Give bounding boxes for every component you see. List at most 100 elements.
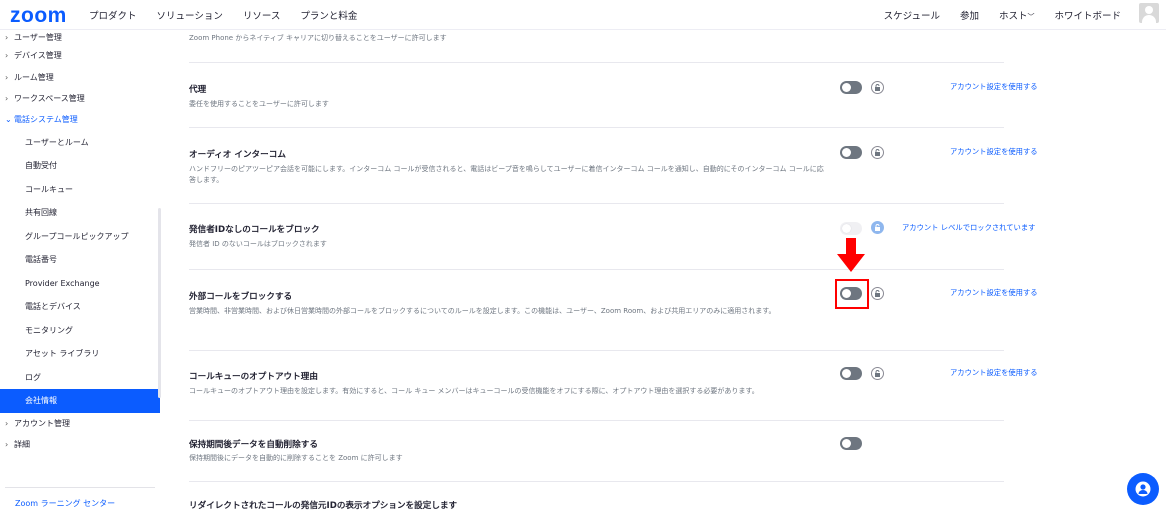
block-external-calls-use-account-setting-link[interactable]: アカウント設定を使用する	[950, 288, 1038, 298]
audio-intercom-use-account-setting-link[interactable]: アカウント設定を使用する	[950, 147, 1038, 157]
setting-row-block-external-calls: 外部コールをブロックする 営業時間、非営業時間、および休日営業時間の外部コールを…	[189, 269, 1004, 350]
sidebar-item-label: ワークスペース管理	[14, 93, 85, 103]
sidebar-subitem-label: モニタリング	[25, 325, 73, 335]
setting-description: 発信者 ID のないコールはブロックされます	[189, 240, 327, 248]
nav-schedule[interactable]: スケジュール	[884, 8, 940, 22]
setting-title: 外部コールをブロックする	[189, 292, 293, 302]
zoom-logo[interactable]: zoom	[10, 4, 67, 28]
audio-intercom-lock-icon[interactable]	[871, 146, 884, 159]
sidebar-subitem-label: 自動受付	[25, 161, 57, 171]
avatar-head-shape	[1145, 6, 1153, 14]
nav-join[interactable]: 参加	[960, 8, 979, 22]
setting-description: 営業時間、非営業時間、および休日営業時間の外部コールをブロックするについてのルー…	[189, 307, 776, 315]
sidebar: › ユーザー管理 › デバイス管理 › ルーム管理 › ワークスペース管理 ⌄ …	[0, 30, 161, 516]
chevron-right-icon: ›	[5, 51, 9, 61]
chevron-right-icon: ›	[5, 418, 9, 428]
setting-row-audio-intercom: オーディオ インターコム ハンドフリーのピアツーピア会話を可能にします。インター…	[189, 127, 1004, 203]
setting-title: 代理	[189, 85, 207, 95]
call-queue-opt-out-toggle[interactable]	[840, 367, 862, 380]
help-chat-button[interactable]	[1127, 473, 1159, 505]
sidebar-divider	[5, 487, 155, 488]
delegation-toggle[interactable]	[840, 81, 862, 94]
highlight-box	[835, 279, 869, 309]
avatar-body-shape	[1142, 15, 1156, 23]
nav-resources[interactable]: リソース	[243, 8, 281, 22]
nav-solutions[interactable]: ソリューション	[157, 8, 223, 22]
sidebar-subitem-call-queue[interactable]: コールキュー	[0, 178, 160, 202]
block-no-caller-id-toggle[interactable]	[840, 222, 862, 235]
delegation-lock-icon[interactable]	[871, 81, 884, 94]
chevron-down-icon: ⌄	[5, 115, 12, 125]
sidebar-item-label: アカウント管理	[14, 418, 70, 428]
avatar[interactable]	[1139, 3, 1159, 23]
sidebar-item-device-management[interactable]: › デバイス管理	[0, 45, 160, 66]
setting-title: コールキューのオプトアウト理由	[189, 372, 318, 382]
sidebar-item-label: 詳細	[14, 440, 30, 450]
setting-row-delegation: 代理 委任を使用することをユーザーに許可します	[189, 62, 1004, 127]
sidebar-subitem-label: コールキュー	[25, 184, 73, 194]
support-agent-icon	[1135, 481, 1151, 497]
call-queue-opt-out-use-account-setting-link[interactable]: アカウント設定を使用する	[950, 368, 1038, 378]
setting-row-call-queue-opt-out-reason: コールキューのオプトアウト理由 コールキューのオプトアウト理由を設定します。有効…	[189, 350, 1004, 420]
sidebar-item-account-management[interactable]: › アカウント管理	[0, 413, 160, 434]
top-navigation-bar: zoom プロダクト ソリューション リソース プランと料金 スケジュール 参加…	[0, 0, 1166, 30]
setting-title: 発信者IDなしのコールをブロック	[189, 225, 320, 235]
sidebar-subitem-phones-and-devices[interactable]: 電話とデバイス	[0, 295, 160, 319]
nav-pricing[interactable]: プランと料金	[300, 8, 357, 22]
call-queue-opt-out-lock-icon[interactable]	[871, 367, 884, 380]
sidebar-subitem-users-and-rooms[interactable]: ユーザーとルーム	[0, 131, 160, 155]
sidebar-subitem-asset-library[interactable]: アセット ライブラリ	[0, 342, 160, 366]
delegation-use-account-setting-link[interactable]: アカウント設定を使用する	[950, 82, 1038, 92]
setting-description: ハンドフリーのピアツーピア会話を可能にします。インターコム コールが受信されると…	[189, 165, 824, 184]
nav-whiteboard[interactable]: ホワイトボード	[1054, 8, 1121, 22]
nav-host-label: ホスト	[998, 11, 1028, 22]
setting-description: 保持期間後にデータを自動的に削除することを Zoom に許可します	[189, 454, 403, 462]
sidebar-item-advanced[interactable]: › 詳細	[0, 434, 160, 455]
sidebar-subitem-label: 電話とデバイス	[25, 302, 81, 312]
learning-center-link[interactable]: Zoom ラーニング センター	[15, 498, 115, 509]
auto-delete-data-toggle[interactable]	[840, 437, 862, 450]
sidebar-subitem-label: 会社情報	[25, 396, 57, 406]
sidebar-subitem-label: ログ	[25, 372, 41, 382]
sidebar-item-label: ルーム管理	[14, 72, 54, 82]
sidebar-subitem-monitoring[interactable]: モニタリング	[0, 319, 160, 343]
sidebar-subitem-label: グループコールピックアップ	[25, 231, 129, 241]
sidebar-subitem-label: ユーザーとルーム	[25, 137, 89, 147]
partial-setting-description: Zoom Phone からネイティブ キャリアに切り替えることをユーザーに許可し…	[189, 34, 447, 42]
setting-row-block-no-caller-id: 発信者IDなしのコールをブロック 発信者 ID のないコールはブロックされます	[189, 203, 1004, 269]
sidebar-item-label: 電話システム管理	[14, 115, 78, 125]
chevron-right-icon: ›	[5, 72, 9, 82]
audio-intercom-toggle[interactable]	[840, 146, 862, 159]
sidebar-subitem-phone-numbers[interactable]: 電話番号	[0, 248, 160, 272]
sidebar-item-workspace-management[interactable]: › ワークスペース管理	[0, 88, 160, 109]
sidebar-subitem-provider-exchange[interactable]: Provider Exchange	[0, 272, 160, 296]
nav-host[interactable]: ホスト﹀	[999, 8, 1035, 22]
locked-at-account-level-link[interactable]: アカウント レベルでロックされています	[902, 223, 1035, 233]
settings-panel: Zoom Phone からネイティブ キャリアに切り替えることをユーザーに許可し…	[160, 30, 1166, 516]
setting-title: 保持期間後データを自動削除する	[189, 440, 318, 450]
setting-title: リダイレクトされたコールの発信元IDの表示オプションを設定します	[189, 501, 458, 511]
sidebar-item-label: デバイス管理	[14, 51, 62, 61]
setting-row-redirected-caller-id: リダイレクトされたコールの発信元IDの表示オプションを設定します	[189, 481, 1004, 516]
chevron-right-icon: ›	[5, 440, 9, 450]
setting-description: コールキューのオプトアウト理由を設定します。有効にすると、コール キュー メンバ…	[189, 387, 759, 395]
sidebar-subitem-auto-receptionist[interactable]: 自動受付	[0, 154, 160, 178]
sidebar-item-user-management[interactable]: › ユーザー管理	[0, 30, 160, 45]
nav-products[interactable]: プロダクト	[89, 8, 137, 22]
setting-description: 委任を使用することをユーザーに許可します	[189, 100, 329, 108]
sidebar-subitem-company-info[interactable]: 会社情報	[0, 389, 160, 413]
sidebar-subitem-label: 共有回線	[25, 208, 57, 218]
sidebar-subitem-label: 電話番号	[25, 255, 57, 265]
setting-title: オーディオ インターコム	[189, 150, 286, 160]
block-external-calls-lock-icon[interactable]	[871, 287, 884, 300]
sidebar-item-phone-system-management[interactable]: ⌄ 電話システム管理	[0, 109, 160, 130]
setting-row-auto-delete-data: 保持期間後データを自動削除する 保持期間後にデータを自動的に削除することを Zo…	[189, 420, 1004, 481]
sidebar-subitem-label: Provider Exchange	[25, 278, 100, 288]
sidebar-item-room-management[interactable]: › ルーム管理	[0, 66, 160, 87]
chevron-right-icon: ›	[5, 93, 9, 103]
sidebar-subitem-logs[interactable]: ログ	[0, 366, 160, 390]
sidebar-subitem-shared-lines[interactable]: 共有回線	[0, 201, 160, 225]
secondary-nav: スケジュール 参加 ホスト﹀ ホワイトボード	[884, 8, 1121, 22]
sidebar-subitem-group-call-pickup[interactable]: グループコールピックアップ	[0, 225, 160, 249]
sidebar-item-label: ユーザー管理	[14, 33, 62, 42]
